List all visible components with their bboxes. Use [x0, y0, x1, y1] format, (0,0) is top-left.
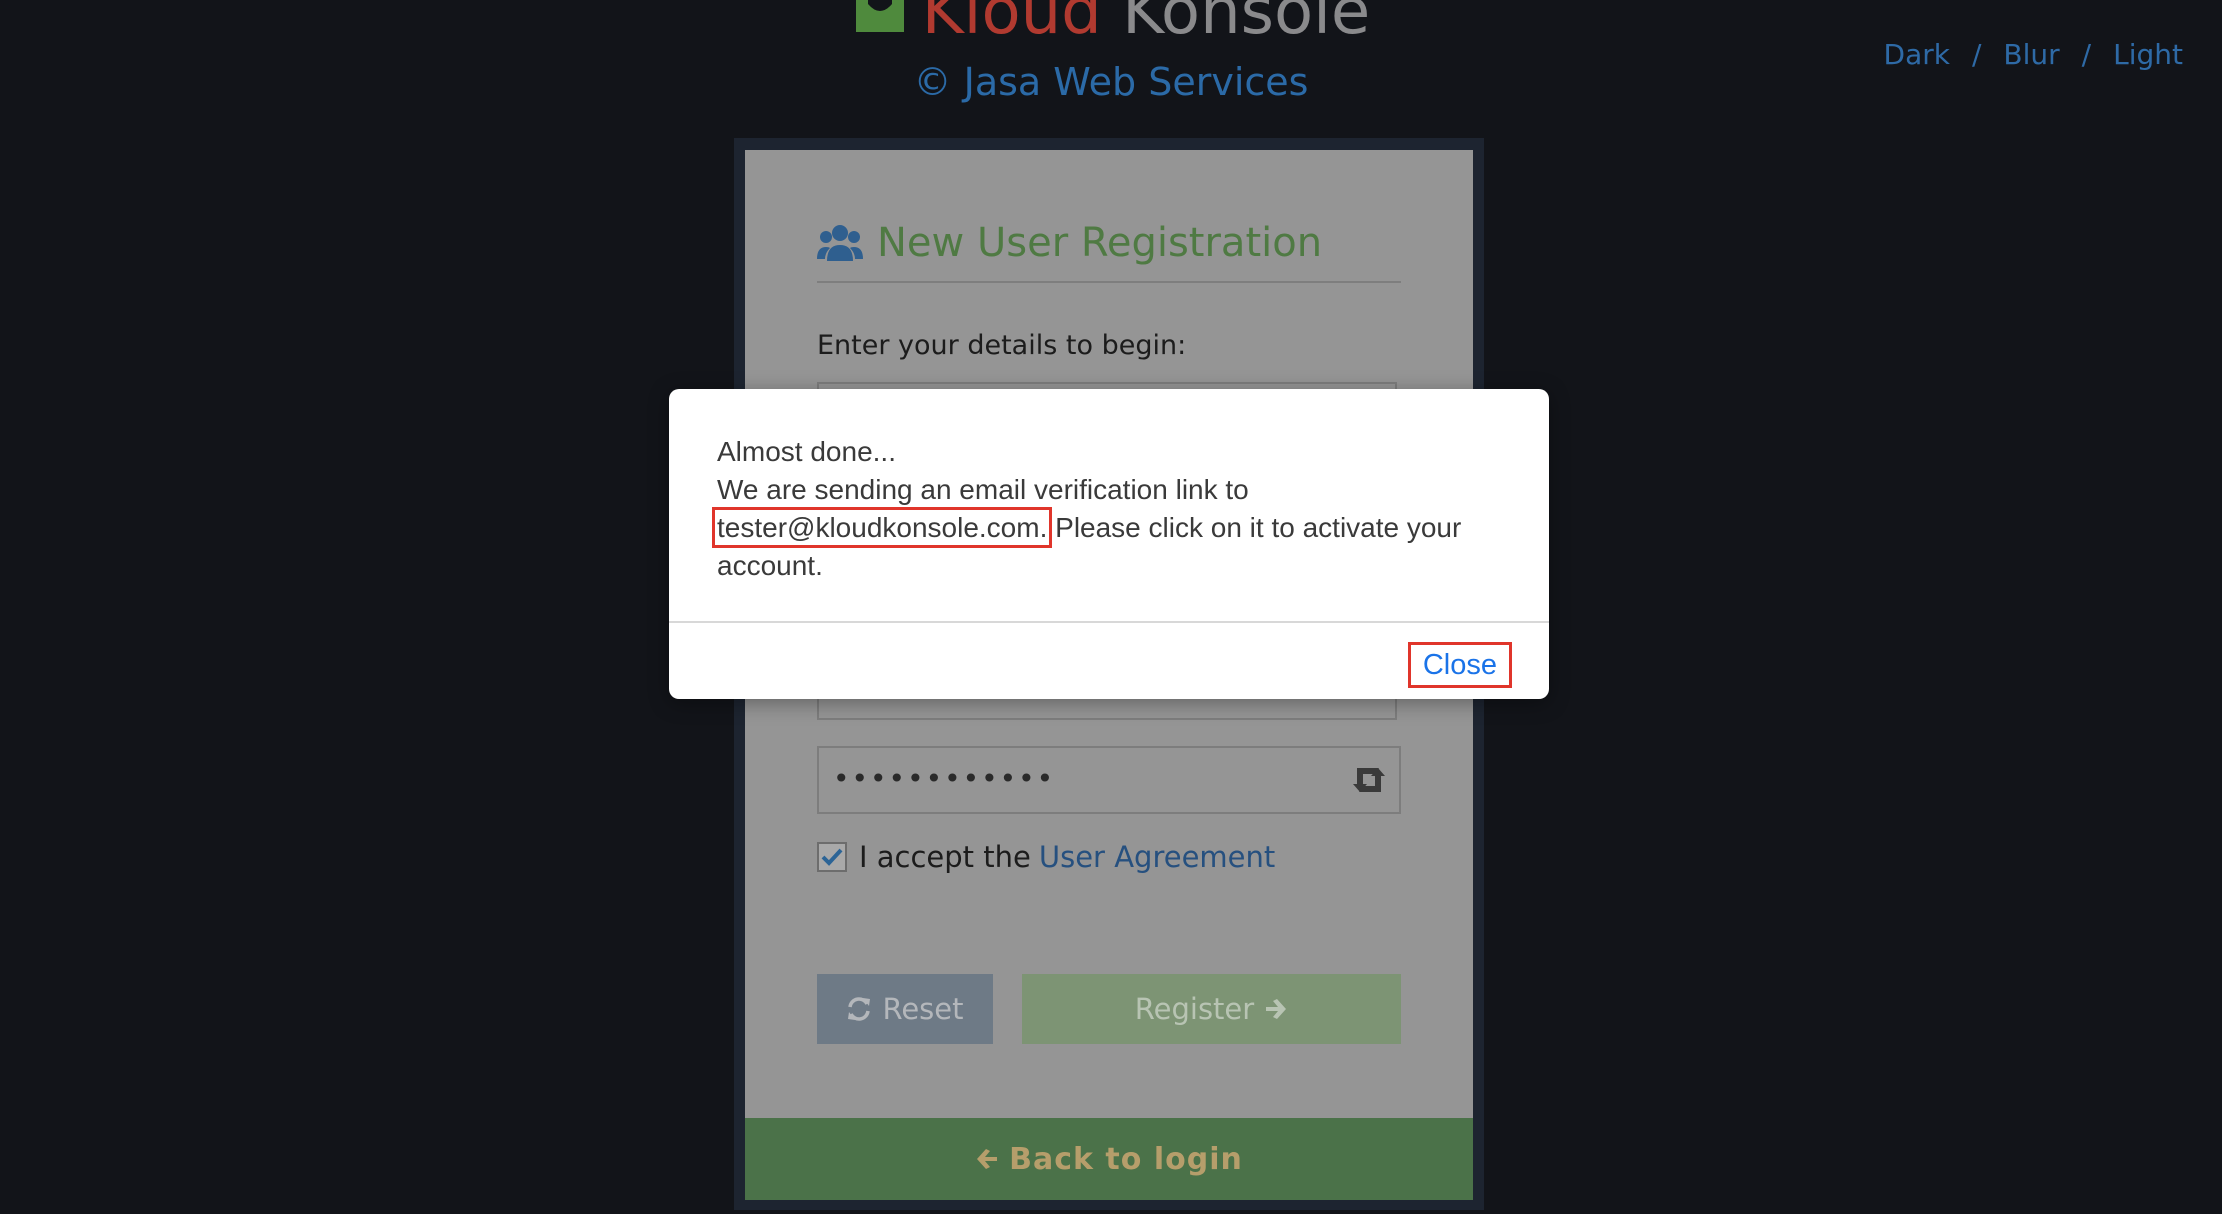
- back-to-login-link[interactable]: Back to login: [745, 1118, 1473, 1200]
- theme-separator: /: [1971, 38, 1982, 71]
- verification-modal: Almost done... We are sending an email v…: [669, 389, 1549, 699]
- arrow-right-icon: [1266, 999, 1287, 1019]
- theme-dark-link[interactable]: Dark: [1884, 38, 1950, 71]
- modal-line-email: tester@kloudkonsole.com. Please click on…: [711, 507, 1517, 548]
- theme-light-link[interactable]: Light: [2113, 38, 2183, 71]
- users-icon: [817, 225, 863, 261]
- modal-message: Almost done... We are sending an email v…: [711, 433, 1517, 585]
- registration-title-text: New User Registration: [877, 220, 1323, 266]
- arrow-left-icon: [977, 1149, 998, 1169]
- register-button-label: Register: [1134, 992, 1255, 1026]
- brand-word-kloud: Kloud: [921, 0, 1102, 49]
- theme-blur-link[interactable]: Blur: [2003, 38, 2059, 71]
- modal-line-account: account.: [717, 550, 823, 581]
- retweet-icon[interactable]: [1351, 764, 1387, 796]
- theme-switcher: Dark / Blur / Light: [1884, 38, 2183, 71]
- register-button[interactable]: Register: [1022, 974, 1401, 1044]
- refresh-icon: [848, 997, 871, 1021]
- title-divider: [817, 281, 1401, 283]
- registration-title: New User Registration: [817, 220, 1322, 266]
- check-icon: [821, 848, 843, 866]
- password-input[interactable]: ••••••••••••: [817, 746, 1401, 814]
- instructions-text: Enter your details to begin:: [817, 330, 1187, 361]
- modal-line-sending: We are sending an email verification lin…: [717, 474, 1249, 505]
- reset-button-label: Reset: [882, 992, 964, 1026]
- accept-terms-row: I accept the User Agreement: [817, 840, 1275, 874]
- accept-terms-label: I accept the: [859, 840, 1031, 874]
- modal-line-almost-done: Almost done...: [717, 436, 896, 467]
- email-input[interactable]: [817, 698, 1397, 720]
- reset-button[interactable]: Reset: [817, 974, 993, 1044]
- theme-separator: /: [2081, 38, 2092, 71]
- back-to-login-label: Back to login: [1009, 1141, 1243, 1177]
- accept-terms-checkbox[interactable]: [817, 842, 847, 872]
- user-agreement-link[interactable]: User Agreement: [1039, 840, 1275, 874]
- cloud-box-icon: [852, 0, 908, 53]
- brand-word-konsole: Konsole: [1122, 0, 1371, 49]
- verification-email: tester@kloudkonsole.com.: [711, 507, 1053, 548]
- close-button[interactable]: Close: [1407, 642, 1512, 688]
- modal-line-activate: Please click on it to activate your: [1047, 512, 1462, 543]
- modal-divider: [669, 621, 1549, 623]
